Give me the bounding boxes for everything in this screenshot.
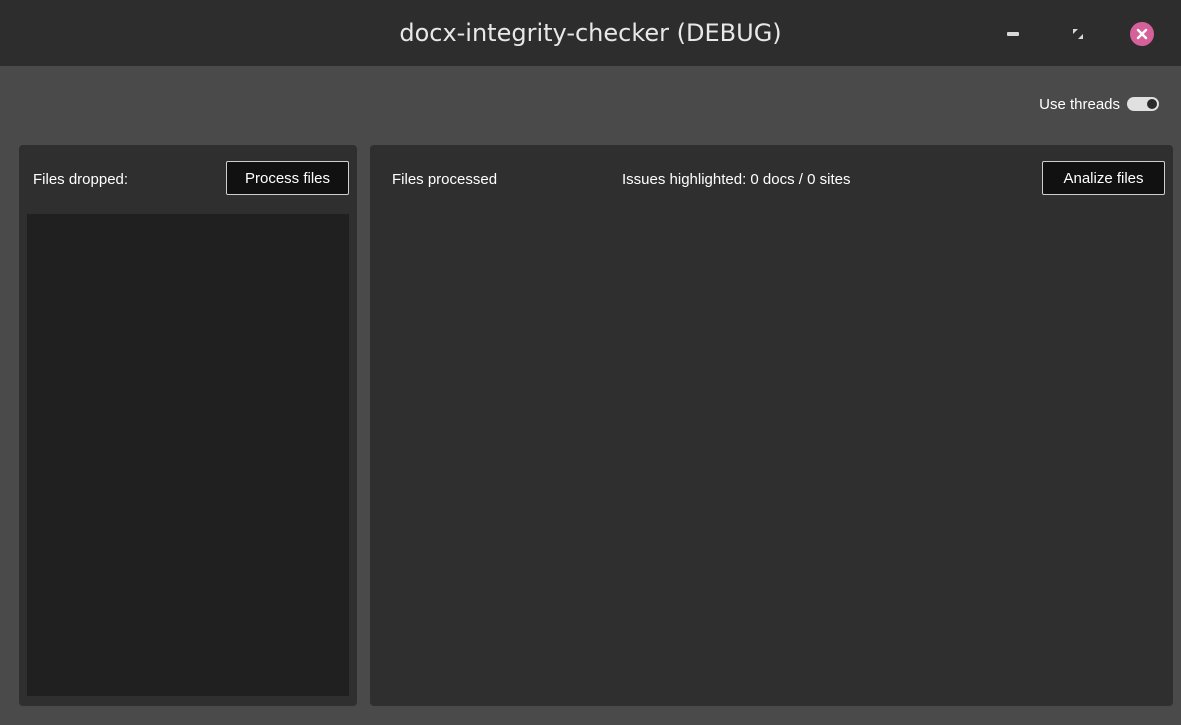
issues-highlighted-text: Issues highlighted: 0 docs / 0 sites: [622, 171, 851, 188]
use-threads-toggle[interactable]: [1127, 97, 1159, 111]
maximize-icon: [1073, 29, 1083, 39]
title-bar[interactable]: docx-integrity-checker (DEBUG): [0, 0, 1181, 66]
toolbar: Use threads: [0, 66, 1181, 144]
maximize-button[interactable]: [1066, 22, 1090, 46]
use-threads-control[interactable]: Use threads: [1039, 94, 1159, 114]
close-button[interactable]: [1130, 22, 1154, 46]
use-threads-label: Use threads: [1039, 95, 1120, 113]
files-dropped-label: Files dropped:: [33, 171, 129, 188]
minimize-button[interactable]: [1001, 22, 1025, 46]
toggle-knob: [1147, 99, 1157, 109]
files-processed-label: Files processed: [392, 171, 498, 188]
processed-files-list[interactable]: [370, 205, 1173, 706]
files-processed-panel: Files processed Issues highlighted: 0 do…: [370, 145, 1173, 706]
close-icon: [1130, 22, 1154, 46]
drop-zone-list[interactable]: [27, 214, 349, 696]
analyze-files-button[interactable]: Analize files: [1042, 161, 1165, 195]
files-dropped-panel: Files dropped: Process files: [19, 145, 357, 706]
minimize-icon: [1007, 32, 1019, 36]
process-files-button[interactable]: Process files: [226, 161, 349, 195]
app-window: docx-integrity-checker (DEBUG) Use threa…: [0, 0, 1181, 725]
